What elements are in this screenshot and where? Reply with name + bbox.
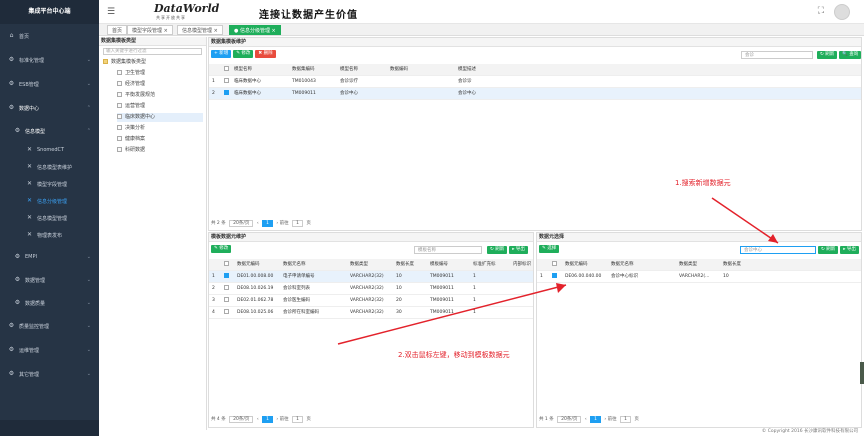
annotation-arrows xyxy=(337,197,779,345)
side-handle[interactable] xyxy=(860,362,864,384)
arrow-line-1 xyxy=(711,197,779,244)
annotation-step2: 2.双击鼠标左键，移动到模板数据元 xyxy=(398,351,510,359)
annotation-step1: 1.搜索新增数据元 xyxy=(675,179,731,187)
arrow-head-1 xyxy=(768,234,778,243)
arrow-head-2 xyxy=(556,283,566,293)
footer-copyright: © Copyright 2016 长沙康讯软件科技有限公司 xyxy=(761,429,858,434)
arrow-line-2 xyxy=(337,284,567,345)
